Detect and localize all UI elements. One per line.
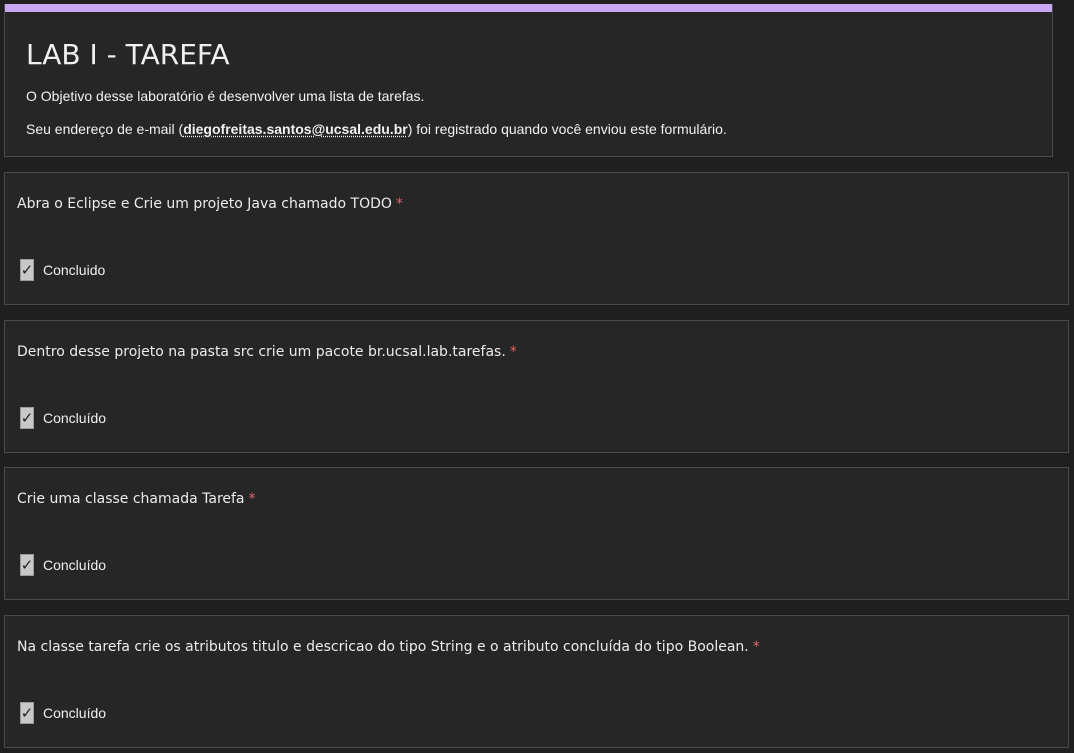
form-description: O Objetivo desse laboratório é desenvolv… xyxy=(26,88,425,104)
required-asterisk: * xyxy=(248,491,256,507)
required-asterisk: * xyxy=(509,344,517,360)
email-notice-prefix: Seu endereço de e-mail ( xyxy=(26,121,184,137)
checkbox-checked[interactable]: ✓ xyxy=(20,702,34,724)
form-title: LAB I - TAREFA xyxy=(26,38,230,71)
required-asterisk: * xyxy=(395,196,403,212)
checkmark-icon: ✓ xyxy=(20,261,34,279)
checkmark-icon: ✓ xyxy=(20,409,34,427)
question-card: Abra o Eclipse e Crie um projeto Java ch… xyxy=(4,172,1069,305)
question-text: Na classe tarefa crie os atributos titul… xyxy=(17,639,760,655)
question-card: Crie uma classe chamada Tarefa * ✓ Conclu… xyxy=(4,467,1069,600)
checkbox-label[interactable]: Concluído xyxy=(43,705,106,721)
required-asterisk: * xyxy=(752,639,760,655)
question-card: Na classe tarefa crie os atributos titul… xyxy=(4,615,1069,748)
question-label: Abra o Eclipse e Crie um projeto Java ch… xyxy=(17,196,392,212)
checkbox-option[interactable]: ✓ Concluido xyxy=(20,258,105,282)
checkmark-icon: ✓ xyxy=(20,704,34,722)
form-page: LAB I - TAREFA O Objetivo desse laborató… xyxy=(0,0,1074,753)
question-label: Na classe tarefa crie os atributos titul… xyxy=(17,639,749,655)
email-notice: Seu endereço de e-mail (diegofreitas.san… xyxy=(26,121,727,137)
header-accent-bar xyxy=(5,4,1052,12)
question-text: Dentro desse projeto na pasta src crie u… xyxy=(17,344,517,360)
checkbox-label[interactable]: Concluido xyxy=(43,262,105,278)
question-text: Abra o Eclipse e Crie um projeto Java ch… xyxy=(17,196,403,212)
checkbox-checked[interactable]: ✓ xyxy=(20,554,34,576)
checkbox-checked[interactable]: ✓ xyxy=(20,407,34,429)
form-header-card: LAB I - TAREFA O Objetivo desse laborató… xyxy=(4,4,1053,157)
checkbox-label[interactable]: Concluído xyxy=(43,557,106,573)
respondent-email: diegofreitas.santos@ucsal.edu.br xyxy=(183,121,408,137)
checkbox-option[interactable]: ✓ Concluído xyxy=(20,406,106,430)
question-text: Crie uma classe chamada Tarefa * xyxy=(17,491,256,507)
question-label: Dentro desse projeto na pasta src crie u… xyxy=(17,344,506,360)
checkmark-icon: ✓ xyxy=(20,556,34,574)
question-card: Dentro desse projeto na pasta src crie u… xyxy=(4,320,1069,453)
checkbox-option[interactable]: ✓ Concluído xyxy=(20,553,106,577)
email-notice-suffix: ) foi registrado quando você enviou este… xyxy=(407,121,727,137)
checkbox-checked[interactable]: ✓ xyxy=(20,259,34,281)
checkbox-label[interactable]: Concluído xyxy=(43,410,106,426)
question-label: Crie uma classe chamada Tarefa xyxy=(17,491,245,507)
checkbox-option[interactable]: ✓ Concluído xyxy=(20,701,106,725)
